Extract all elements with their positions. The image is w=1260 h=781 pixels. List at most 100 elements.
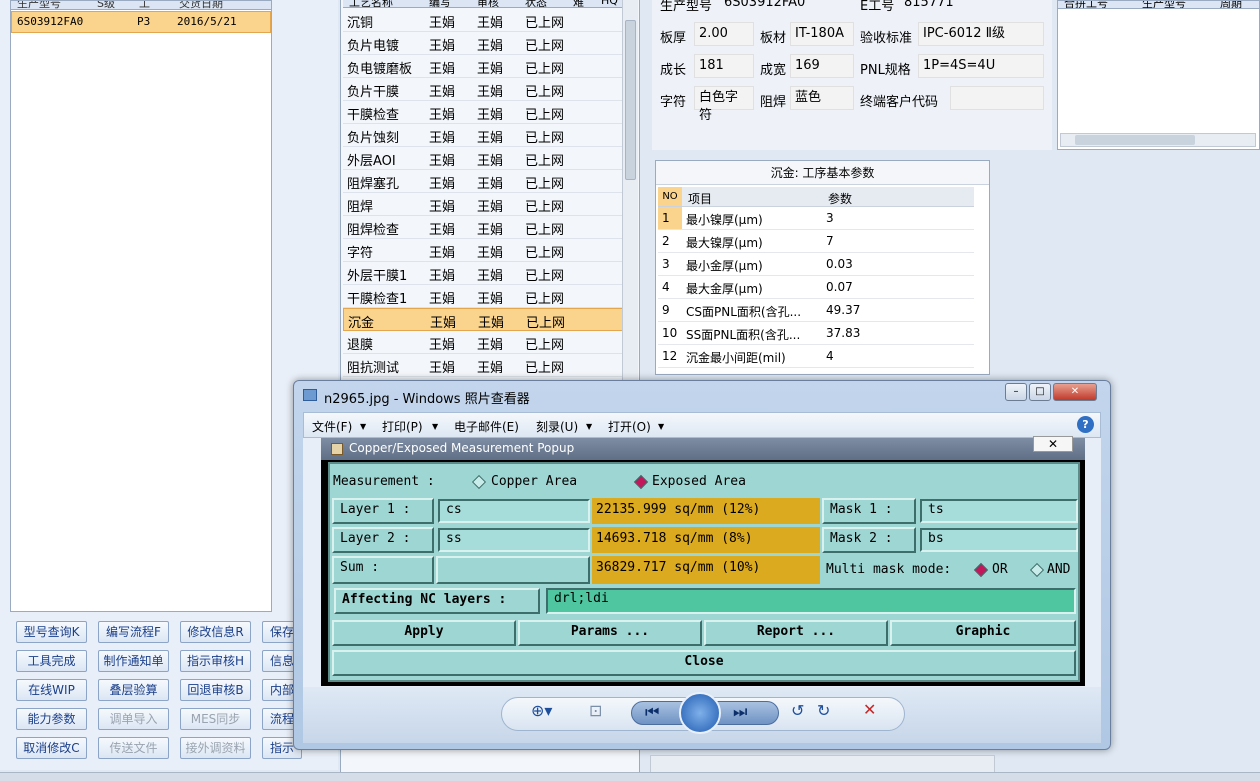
exposed-radio[interactable] [633, 474, 649, 490]
col-value[interactable]: 参数 [828, 190, 852, 207]
table-row[interactable]: 阻抗测试 王娟 王娟 已上网 [343, 354, 623, 377]
write-flow-button[interactable]: 编写流程F [98, 621, 169, 643]
material-field[interactable]: IT-180A [790, 22, 854, 46]
table-row[interactable]: 6S03912FA0 P3 2016/5/21 [11, 11, 271, 33]
maximize-button[interactable]: □ [1029, 383, 1051, 401]
table-row[interactable]: 干膜检查 王娟 王娟 已上网 [343, 101, 623, 124]
table-row[interactable]: 1 最小镍厚(μm) 3 [658, 207, 974, 230]
rollback-audit-button[interactable]: 回退审核B [180, 679, 251, 701]
col-process[interactable]: 工 [139, 1, 150, 9]
close-button[interactable]: Close [332, 650, 1076, 676]
layer2-input[interactable]: ss [438, 528, 590, 552]
col-hq[interactable]: HQ [601, 0, 618, 7]
stackup-check-button[interactable]: 叠层验算 [98, 679, 169, 701]
col-difficulty[interactable]: 难 [573, 0, 584, 7]
process-list-scrollbar[interactable] [622, 0, 638, 380]
instruction-audit-button[interactable]: 指示审核H [180, 650, 251, 672]
menu-open[interactable]: 打开(O) [608, 418, 651, 435]
delete-icon[interactable]: ✕ [863, 700, 876, 719]
graphic-button[interactable]: Graphic [890, 620, 1076, 646]
and-radio[interactable] [1029, 562, 1045, 578]
table-row[interactable]: 2 最大镍厚(μm) 7 [658, 230, 974, 253]
col-merge-no[interactable]: 合拼工号 [1064, 1, 1108, 8]
close-window-button[interactable]: ✕ [1053, 383, 1097, 401]
col-status[interactable]: 状态 [525, 0, 547, 7]
table-row[interactable]: 字符 王娟 王娟 已上网 [343, 239, 623, 262]
table-row[interactable]: 3 最小金厚(μm) 0.03 [658, 253, 974, 276]
rotate-left-icon[interactable]: ↺ [791, 701, 804, 720]
dialog-close-icon[interactable]: ✕ [1033, 436, 1073, 452]
standard-field[interactable]: IPC-6012 Ⅱ级 [918, 22, 1044, 46]
col-item[interactable]: 项目 [688, 190, 712, 207]
table-row[interactable]: 负片干膜 王娟 王娟 已上网 [343, 78, 623, 101]
menu-print[interactable]: 打印(P) [382, 418, 423, 435]
table-row[interactable]: 退膜 王娟 王娟 已上网 [343, 331, 623, 354]
cancel-modify-button[interactable]: 取消修改C [16, 737, 87, 759]
legend-field[interactable]: 白色字符 [694, 86, 754, 123]
actual-size-icon[interactable]: ⊡ [589, 701, 602, 720]
col-model[interactable]: 生产型号 [17, 1, 61, 9]
thickness-field[interactable]: 2.00 [694, 22, 754, 46]
capability-params-button[interactable]: 能力参数 [16, 708, 87, 730]
col-process-name[interactable]: 工艺名称 [349, 0, 393, 7]
table-row[interactable]: 沉铜 王娟 王娟 已上网 [343, 9, 623, 32]
zoom-icon[interactable]: ⊕▾ [531, 701, 552, 720]
table-row[interactable]: 外层干膜1 王娟 王娟 已上网 [343, 262, 623, 285]
col-delivery-date[interactable]: 交货日期 [179, 1, 223, 9]
col-merge-cycle[interactable]: 周期 [1220, 1, 1242, 8]
rotate-right-icon[interactable]: ↻ [817, 701, 830, 720]
menu-file[interactable]: 文件(F) [312, 418, 352, 435]
merge-list-hscrollbar[interactable] [1060, 133, 1256, 147]
or-radio-label[interactable]: OR [992, 562, 1008, 577]
slideshow-button[interactable] [679, 692, 721, 734]
nc-layers-input[interactable]: drl;ldi [546, 588, 1076, 614]
mask1-input[interactable]: ts [920, 499, 1078, 523]
table-row[interactable]: 12 沉金最小间距(mil) 4 [658, 345, 974, 368]
width-field[interactable]: 169 [790, 54, 854, 78]
import-order-button[interactable]: 调单导入 [98, 708, 169, 730]
notice-button[interactable]: 制作通知单 [98, 650, 169, 672]
mes-sync-button[interactable]: MES同步 [180, 708, 251, 730]
report-button[interactable]: Report ... [704, 620, 888, 646]
bottom-hscrollbar[interactable] [650, 755, 995, 773]
scroll-thumb[interactable] [625, 20, 636, 180]
scroll-thumb[interactable] [1075, 135, 1195, 145]
col-no[interactable]: NO [658, 187, 682, 206]
soldermask-field[interactable]: 蓝色 [790, 86, 854, 110]
tool-complete-button[interactable]: 工具完成 [16, 650, 87, 672]
menu-burn[interactable]: 刻录(U) [536, 418, 578, 435]
params-button[interactable]: Params ... [518, 620, 702, 646]
copper-radio[interactable] [471, 474, 487, 490]
layer1-input[interactable]: cs [438, 499, 590, 523]
table-row[interactable]: 负电镀磨板 王娟 王娟 已上网 [343, 55, 623, 78]
minimize-button[interactable]: – [1005, 383, 1027, 401]
table-row[interactable]: 外层AOI 王娟 王娟 已上网 [343, 147, 623, 170]
previous-icon[interactable]: ⏮ [645, 702, 659, 722]
table-row[interactable]: 干膜检查1 王娟 王娟 已上网 [343, 285, 623, 308]
model-query-button[interactable]: 型号查询K [16, 621, 87, 643]
table-row[interactable]: 负片蚀刻 王娟 王娟 已上网 [343, 124, 623, 147]
length-field[interactable]: 181 [694, 54, 754, 78]
and-radio-label[interactable]: AND [1047, 562, 1070, 577]
copper-radio-label[interactable]: Copper Area [491, 474, 577, 489]
table-row[interactable]: 沉金 王娟 王娟 已上网 [343, 308, 623, 331]
col-grade[interactable]: S级 [97, 1, 115, 9]
table-row[interactable]: 阻焊 王娟 王娟 已上网 [343, 193, 623, 216]
or-radio[interactable] [973, 562, 989, 578]
table-row[interactable]: 阻焊检查 王娟 王娟 已上网 [343, 216, 623, 239]
table-row[interactable]: 10 SS面PNL面积(含孔... 37.83 [658, 322, 974, 345]
col-writer[interactable]: 编写 [429, 0, 451, 7]
pnl-field[interactable]: 1P=4S=4U [918, 54, 1044, 78]
online-wip-button[interactable]: 在线WIP [16, 679, 87, 701]
modify-info-button[interactable]: 修改信息R [180, 621, 251, 643]
next-icon[interactable]: ⏭ [733, 702, 747, 722]
table-row[interactable]: 负片电镀 王娟 王娟 已上网 [343, 32, 623, 55]
exposed-radio-label[interactable]: Exposed Area [652, 474, 746, 489]
apply-button[interactable]: Apply [332, 620, 516, 646]
table-row[interactable]: 4 最大金厚(μm) 0.07 [658, 276, 974, 299]
table-row[interactable]: 9 CS面PNL面积(含孔... 49.37 [658, 299, 974, 322]
menu-email[interactable]: 电子邮件(E) [454, 418, 519, 435]
transfer-file-button[interactable]: 传送文件 [98, 737, 169, 759]
col-auditor[interactable]: 审核 [477, 0, 499, 7]
col-merge-model[interactable]: 生产型号 [1142, 1, 1186, 8]
